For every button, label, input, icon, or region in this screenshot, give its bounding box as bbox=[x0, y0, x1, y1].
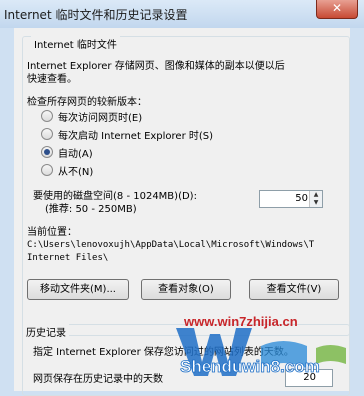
spin-arrows[interactable]: ▲ ▼ bbox=[309, 191, 322, 207]
window-title: Internet 临时文件和历史记录设置 bbox=[4, 8, 188, 22]
radio-automatic-label: 自动(A) bbox=[58, 148, 93, 160]
current-location-path-line1: C:\Users\lenovoxujh\AppData\Local\Micros… bbox=[27, 240, 315, 250]
radio-never[interactable]: 从不(N) bbox=[41, 163, 94, 178]
disk-space-stepper[interactable]: 50 ▲ ▼ bbox=[259, 190, 323, 208]
spin-down-icon[interactable]: ▼ bbox=[310, 199, 322, 207]
watermark-logo: Shenduwin8.com bbox=[176, 328, 346, 376]
temp-files-group: Internet 临时文件 Internet Explorer 存储网页、图像和… bbox=[22, 36, 350, 336]
radio-every-visit-indicator[interactable] bbox=[41, 110, 53, 122]
watermark-logo-text: Shenduwin8.com bbox=[180, 357, 320, 376]
radio-every-start-indicator[interactable] bbox=[41, 128, 53, 140]
radio-automatic[interactable]: 自动(A) bbox=[41, 145, 93, 160]
temp-files-description-line2: 快速查看。 bbox=[27, 74, 77, 85]
radio-automatic-indicator[interactable] bbox=[41, 146, 53, 158]
radio-every-visit-label: 每次访问网页时(E) bbox=[58, 112, 143, 124]
current-location-path-line2: Internet Files\ bbox=[27, 253, 109, 263]
view-objects-button[interactable]: 查看对象(O) bbox=[141, 279, 231, 300]
move-folder-button[interactable]: 移动文件夹(M)... bbox=[27, 279, 129, 300]
history-group-title: 历史记录 bbox=[23, 324, 69, 339]
radio-every-start-label: 每次启动 Internet Explorer 时(S) bbox=[58, 130, 214, 142]
view-files-button[interactable]: 查看文件(V) bbox=[249, 279, 339, 300]
history-days-label: 网页保存在历史记录中的天数 bbox=[33, 374, 163, 385]
radio-never-indicator[interactable] bbox=[41, 164, 53, 176]
temp-files-group-title: Internet 临时文件 bbox=[31, 36, 120, 51]
close-icon: ✕ bbox=[331, 1, 343, 15]
radio-every-start[interactable]: 每次启动 Internet Explorer 时(S) bbox=[41, 127, 214, 142]
current-location-label: 当前位置： bbox=[27, 227, 77, 238]
spin-up-icon[interactable]: ▲ bbox=[310, 191, 322, 199]
title-bar: Internet 临时文件和历史记录设置 ✕ bbox=[0, 0, 364, 28]
radio-every-visit[interactable]: 每次访问网页时(E) bbox=[41, 109, 143, 124]
close-button[interactable]: ✕ bbox=[316, 0, 358, 19]
radio-never-label: 从不(N) bbox=[58, 166, 94, 178]
disk-space-recommend-label: (推荐: 50 - 250MB) bbox=[45, 204, 137, 215]
disk-space-value: 50 bbox=[295, 193, 308, 204]
check-newer-label: 检查所存网页的较新版本： bbox=[27, 97, 147, 108]
watermark-flag-shape-2 bbox=[316, 345, 346, 364]
